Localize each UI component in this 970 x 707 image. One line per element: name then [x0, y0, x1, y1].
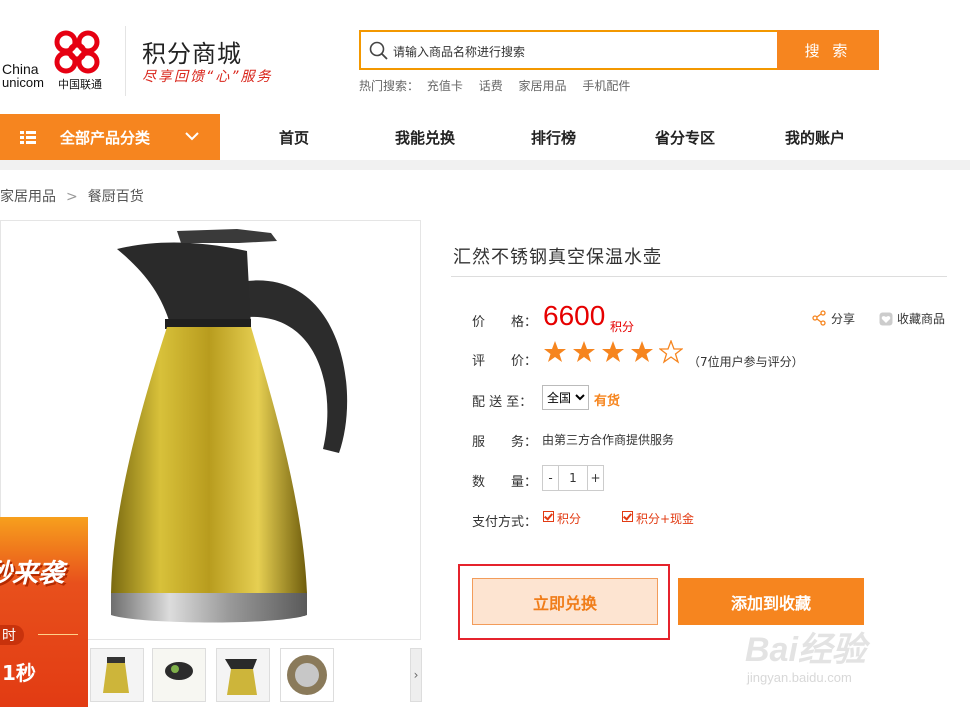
flash-sale-banner[interactable]: 秒来袭 时 1秒 [0, 517, 88, 707]
all-categories-button[interactable]: 全部产品分类 [0, 114, 220, 160]
favorite-label: 收藏商品 [897, 312, 946, 326]
star-filled-icon [544, 341, 566, 362]
unicom-knot-icon [54, 30, 100, 74]
all-categories-label: 全部产品分类 [60, 129, 151, 147]
hot-search: 热门搜索： 充值卡 话费 家居用品 手机配件 [359, 77, 642, 94]
favorite-link[interactable]: 收藏商品 [879, 310, 945, 327]
star-empty-icon [659, 340, 683, 364]
nav-item-province-zone[interactable]: 省分专区 [655, 127, 715, 148]
grid-menu-icon [20, 131, 36, 144]
logo-divider [125, 26, 126, 96]
product-thumbnail[interactable] [216, 648, 270, 702]
payment-option-mixed: 积分+现金 [636, 512, 695, 526]
product-title: 汇然不锈钢真空保温水壶 [453, 247, 662, 268]
breadcrumb: 家居用品 > 餐厨百货 [0, 186, 144, 206]
flash-sale-countdown: 1秒 [2, 661, 36, 685]
price-unit: 积分 [610, 320, 635, 334]
star-filled-icon [631, 341, 653, 362]
service-text: 由第三方合作商提供服务 [542, 433, 675, 447]
payment-mixed-checkbox[interactable] [622, 511, 633, 522]
nav-item-home[interactable]: 首页 [279, 127, 309, 148]
payment-label: 支付方式： [472, 515, 538, 530]
thumbnail-image [91, 649, 143, 701]
site-slogan: 尽享回馈“心”服务 [142, 69, 273, 85]
chevron-down-icon [185, 132, 199, 141]
quantity-label: 数 量： [472, 475, 538, 490]
quantity-plus-button[interactable]: + [587, 465, 604, 491]
search-input[interactable] [391, 35, 775, 69]
payment-points-checkbox[interactable] [543, 511, 554, 522]
breadcrumb-item[interactable]: 餐厨百货 [88, 189, 144, 205]
hot-search-item[interactable]: 充值卡 [427, 79, 463, 93]
thumbnail-next-icon[interactable]: › [410, 648, 422, 702]
thumbnail-image [153, 649, 205, 701]
add-to-favorites-button[interactable]: 添加到收藏 [678, 578, 864, 625]
share-link[interactable]: 分享 [811, 310, 855, 327]
nav-item-can-exchange[interactable]: 我能兑换 [395, 127, 455, 148]
search-button[interactable]: 搜 索 [777, 30, 879, 70]
product-thumbnail[interactable] [90, 648, 144, 702]
thumbnail-image [281, 649, 333, 701]
price-label: 价 格： [472, 315, 538, 330]
baidu-watermark: Bai经验 [745, 631, 866, 669]
nav-item-my-account[interactable]: 我的账户 [785, 127, 845, 148]
logo-text-unicom: unicom [2, 75, 44, 90]
breadcrumb-separator-icon: > [66, 189, 78, 205]
title-divider [451, 276, 947, 277]
star-filled-icon [573, 341, 595, 362]
nav-item-ranking[interactable]: 排行榜 [531, 127, 576, 148]
service-label: 服 务： [472, 435, 538, 450]
payment-option-points: 积分 [557, 512, 582, 526]
delivery-region-select[interactable]: 全国 [542, 385, 589, 410]
share-label: 分享 [831, 312, 856, 326]
stock-status: 有货 [594, 394, 621, 409]
hot-search-item[interactable]: 手机配件 [582, 79, 630, 93]
product-thumbnail[interactable] [280, 648, 334, 702]
site-title: 积分商城 [142, 40, 242, 68]
quantity-minus-button[interactable]: - [542, 465, 559, 491]
flash-sale-timer-label: 时 [0, 625, 24, 645]
logo-text-cn: 中国联通 [58, 78, 102, 91]
star-filled-icon [602, 341, 624, 362]
hot-search-item[interactable]: 家居用品 [519, 79, 567, 93]
thumbnail-image [217, 649, 269, 701]
product-price: 6600 [543, 300, 606, 331]
baidu-watermark-url: jingyan.baidu.com [747, 670, 852, 685]
share-icon [812, 310, 826, 326]
search-icon [369, 41, 388, 60]
hot-search-label: 热门搜索： [359, 79, 420, 93]
flash-sale-divider [38, 634, 78, 635]
rating-label: 评 价： [472, 354, 538, 369]
delivery-label: 配 送 至： [472, 395, 533, 410]
exchange-now-button[interactable]: 立即兑换 [472, 578, 658, 625]
flash-sale-headline: 秒来袭 [0, 559, 65, 589]
quantity-input[interactable]: 1 [558, 465, 588, 491]
rating-count: （7位用户参与评分） [688, 355, 804, 369]
hot-search-item[interactable]: 话费 [479, 79, 503, 93]
product-thumbnail[interactable] [152, 648, 206, 702]
breadcrumb-item[interactable]: 家居用品 [0, 189, 56, 205]
nav-bottom-bar [0, 160, 970, 170]
heart-icon [879, 312, 893, 326]
search-box [359, 30, 777, 70]
